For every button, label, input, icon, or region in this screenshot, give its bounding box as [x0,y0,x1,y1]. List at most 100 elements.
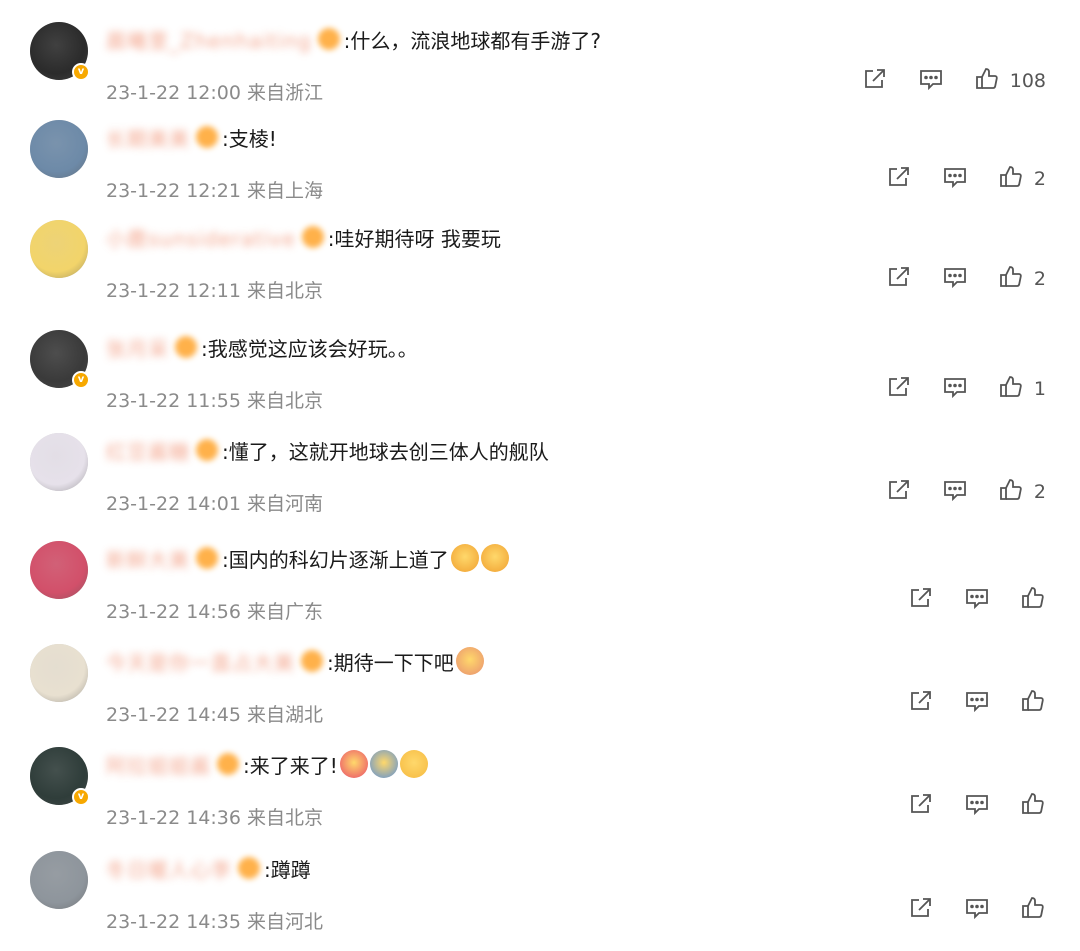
comment-location: 来自浙江 [247,82,324,104]
avatar[interactable] [30,120,88,178]
member-icon [238,857,260,879]
comment-item: 今天是你一直占大美 :期待一下下吧 23-1-22 14:45 来自湖北 [0,644,1080,744]
comment-line: 新鲜大美 :国内的科幻片逐渐上道了 [106,543,509,573]
like-button[interactable] [1020,791,1046,821]
comment-location: 来自北京 [247,280,324,302]
comment-location: 来自河南 [247,493,324,515]
reply-button[interactable] [964,585,990,615]
like-button[interactable]: 2 [998,164,1046,194]
like-icon [998,264,1024,294]
reply-button[interactable] [942,374,968,404]
reply-icon [918,66,944,96]
comment-item: 晨曦里_Zhenhaiting :什么，流浪地球都有手游了? 23-1-22 1… [0,22,1080,122]
comment-time: 23-1-22 14:35 [106,911,241,933]
like-button[interactable]: 2 [998,477,1046,507]
user-name[interactable]: 红豆酱糖 [106,436,190,465]
reply-icon [964,585,990,615]
reply-button[interactable] [918,66,944,96]
share-button[interactable] [908,791,934,821]
comment-line: 阿拉姐姐酱 :来了来了! [106,749,428,779]
comment-time: 23-1-22 14:56 [106,601,241,623]
comment-line: 今天是你一直占大美 :期待一下下吧 [106,646,484,676]
avatar-image [30,541,88,599]
comment-meta: 23-1-22 14:01 来自河南 [106,489,323,516]
member-icon [217,753,239,775]
avatar[interactable] [30,851,88,909]
emoji-sticker [455,647,484,675]
reply-button[interactable] [964,688,990,718]
share-icon [886,374,912,404]
share-button[interactable] [908,585,934,615]
avatar-image [30,644,88,702]
user-name[interactable]: 今天是你一直占大美 [106,647,295,676]
verified-badge: v [72,788,90,806]
share-button[interactable] [886,264,912,294]
reply-button[interactable] [942,477,968,507]
reply-icon [964,895,990,925]
like-button[interactable] [1020,895,1046,925]
avatar-image [30,851,88,909]
avatar[interactable] [30,433,88,491]
user-name[interactable]: 晨曦里_Zhenhaiting [106,25,312,54]
comment-text: :哇好期待呀 我要玩 [327,226,501,251]
comment-line: 小鹿sunsiderative :哇好期待呀 我要玩 [106,222,501,252]
like-button[interactable]: 108 [974,66,1046,96]
comment-item: 张月采 :我感觉这应该会好玩。。 23-1-22 11:55 来自北京 1 v [0,330,1080,430]
avatar[interactable] [30,644,88,702]
user-name[interactable]: 新鲜大美 [106,544,190,573]
comment-meta: 23-1-22 12:21 来自上海 [106,176,323,203]
avatar[interactable] [30,541,88,599]
like-icon [1020,895,1046,925]
comment-line: 红豆酱糖 :懂了，这就开地球去创三体人的舰队 [106,435,549,465]
comment-text: :蹲蹲 [264,857,311,882]
reply-button[interactable] [942,164,968,194]
like-button[interactable] [1020,585,1046,615]
comment-meta: 23-1-22 14:36 来自北京 [106,803,323,830]
emoji-sticker [369,750,398,778]
emoji-sticker [450,544,479,572]
user-name[interactable]: 长期美美 [106,123,190,152]
share-button[interactable] [908,688,934,718]
member-icon [317,28,340,50]
share-button[interactable] [886,164,912,194]
share-button[interactable] [908,895,934,925]
user-name[interactable]: 冬日暖人心李 [106,854,232,883]
comment-time: 23-1-22 14:01 [106,493,241,515]
comment-actions: 1 [856,374,1046,404]
avatar-image [30,433,88,491]
share-icon [862,66,888,96]
like-count: 2 [1033,268,1046,290]
comment-time: 23-1-22 14:45 [106,704,241,726]
reply-icon [964,688,990,718]
reply-button[interactable] [964,895,990,925]
comment-time: 23-1-22 12:00 [106,82,241,104]
reply-icon [964,791,990,821]
like-icon [998,164,1024,194]
avatar-image [30,220,88,278]
comment-item: 冬日暖人心李 :蹲蹲 23-1-22 14:35 来自河北 [0,851,1080,951]
user-name[interactable]: 小鹿sunsiderative [106,223,296,252]
reply-button[interactable] [964,791,990,821]
comment-actions [878,688,1046,718]
reply-button[interactable] [942,264,968,294]
share-button[interactable] [886,374,912,404]
share-button[interactable] [886,477,912,507]
comment-time: 23-1-22 14:36 [106,807,241,829]
user-name[interactable]: 阿拉姐姐酱 [106,750,211,779]
comment-line: 长期美美 :支棱! [106,122,277,152]
member-icon [301,650,323,672]
verified-badge: v [72,63,90,81]
like-button[interactable]: 2 [998,264,1046,294]
comment-item: 小鹿sunsiderative :哇好期待呀 我要玩 23-1-22 12:11… [0,220,1080,320]
share-button[interactable] [862,66,888,96]
like-count: 2 [1033,168,1046,190]
comment-meta: 23-1-22 11:55 来自北京 [106,386,323,413]
reply-icon [942,164,968,194]
comment-actions: 2 [856,164,1046,194]
like-button[interactable] [1020,688,1046,718]
comment-text: :支棱! [222,126,277,151]
user-name[interactable]: 张月采 [106,333,169,362]
avatar[interactable] [30,220,88,278]
like-button[interactable]: 1 [998,374,1046,404]
comment-actions [878,585,1046,615]
